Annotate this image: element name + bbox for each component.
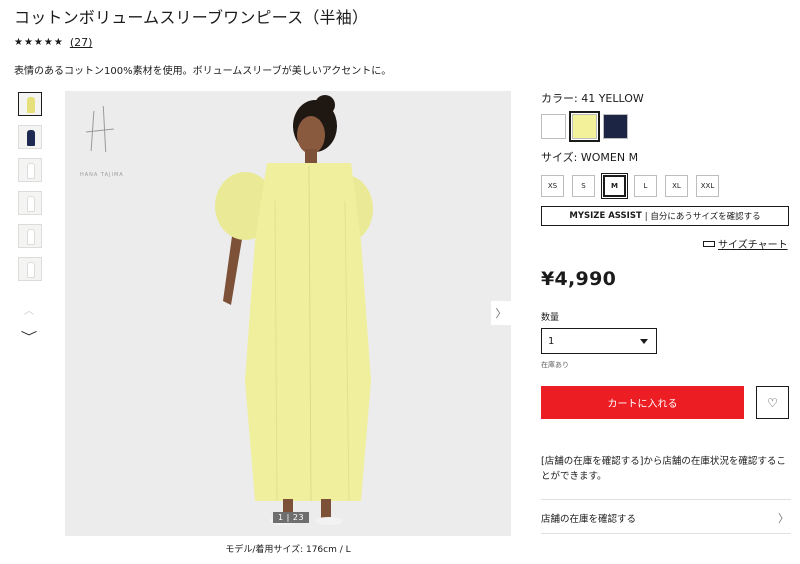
- size-chart-label: サイズチャート: [718, 240, 788, 251]
- mysize-assist-button[interactable]: MYSIZE ASSIST | 自分にあうサイズを確認する: [541, 206, 789, 226]
- store-stock-link[interactable]: 店舗の在庫を確認する 〉: [541, 510, 789, 526]
- size-option-s[interactable]: S: [572, 175, 595, 197]
- mysize-assist-title: MYSIZE ASSIST: [569, 211, 642, 221]
- store-stock-link-label: 店舗の在庫を確認する: [541, 514, 637, 525]
- size-option-m[interactable]: M: [601, 173, 628, 199]
- size-option-l[interactable]: L: [634, 175, 657, 197]
- image-counter: 1 | 23: [273, 512, 310, 523]
- size-option-xxl[interactable]: XXL: [696, 175, 719, 197]
- mysize-assist-text: | 自分にあうサイズを確認する: [644, 212, 761, 222]
- review-count-link[interactable]: (27): [70, 36, 93, 49]
- stock-status: 在庫あり: [541, 361, 569, 369]
- size-option-xl[interactable]: XL: [665, 175, 688, 197]
- heart-icon[interactable]: ♡: [756, 386, 789, 419]
- chevron-right-icon: 〉: [778, 512, 789, 525]
- color-swatch-yellow[interactable]: [569, 111, 600, 142]
- thumbnail-figure: [27, 163, 35, 179]
- price: ¥4,990: [541, 268, 617, 290]
- quantity-select[interactable]: 1: [541, 328, 657, 354]
- thumbnail-figure: [27, 229, 35, 245]
- quantity-label: 数量: [541, 313, 560, 323]
- product-main-image: HANA TAJIMA 〉 1 | 23: [65, 91, 511, 536]
- thumbnail-figure: [27, 130, 35, 146]
- add-to-cart-button[interactable]: カートに入れる: [541, 386, 744, 419]
- model-photo: [215, 95, 373, 525]
- star-rating-icon: ★★★★★: [14, 37, 64, 48]
- thumbnail-list: [18, 92, 44, 290]
- divider: [541, 499, 791, 500]
- color-label: カラー: 41 YELLOW: [541, 92, 644, 105]
- thumbnail-figure: [27, 262, 35, 278]
- ruler-icon: [703, 240, 715, 247]
- size-chart-link[interactable]: サイズチャート: [703, 236, 788, 251]
- thumbnail[interactable]: [18, 257, 42, 281]
- thumbnail[interactable]: [18, 92, 42, 116]
- chevron-up-icon[interactable]: ︿: [24, 302, 34, 317]
- size-options: XS S M L XL XXL: [541, 173, 719, 199]
- chevron-down-icon[interactable]: ﹀: [21, 328, 38, 345]
- size-label: サイズ: WOMEN M: [541, 151, 639, 164]
- rating: ★★★★★ (27): [14, 36, 92, 49]
- model-caption: モデル/着用サイズ: 176cm / L: [225, 545, 351, 555]
- thumbnail[interactable]: [18, 125, 42, 149]
- store-stock-note: [店舗の在庫を確認する]から店舗の在庫状況を確認することができます。: [541, 456, 786, 482]
- caret-down-icon: [640, 338, 648, 344]
- thumbnail[interactable]: [18, 191, 42, 215]
- divider: [541, 533, 791, 534]
- quantity-value: 1: [548, 335, 555, 347]
- thumbnail-figure: [27, 196, 35, 212]
- thumbnail-figure: [27, 97, 35, 113]
- color-swatches: [541, 111, 628, 142]
- color-swatch-white[interactable]: [541, 114, 566, 139]
- chevron-right-icon[interactable]: 〉: [491, 301, 511, 325]
- thumbnail[interactable]: [18, 158, 42, 182]
- product-title: コットンボリュームスリーブワンピース（半袖）: [14, 8, 369, 27]
- color-swatch-navy[interactable]: [603, 114, 628, 139]
- product-description: 表情のあるコットン100%素材を使用。ボリュームスリーブが美しいアクセントに。: [14, 66, 392, 77]
- thumbnail[interactable]: [18, 224, 42, 248]
- size-option-xs[interactable]: XS: [541, 175, 564, 197]
